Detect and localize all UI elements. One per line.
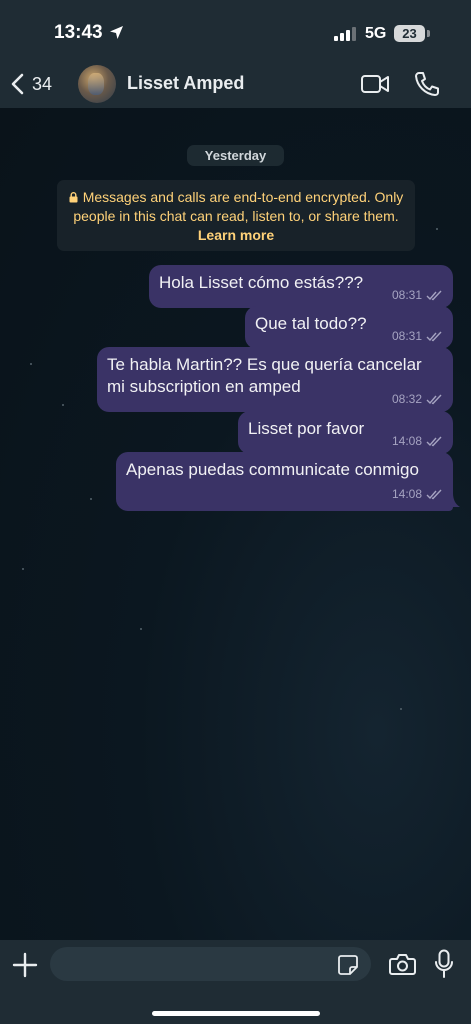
message-bubble[interactable]: Que tal todo?? 08:31 [245, 306, 453, 349]
message-time: 14:08 [391, 434, 422, 448]
message-time: 08:32 [391, 392, 422, 406]
learn-more-link[interactable]: Learn more [198, 227, 274, 243]
read-ticks-icon [426, 394, 442, 404]
bubble-tail [447, 493, 460, 507]
message-text: Hola Lisset cómo estás??? [159, 273, 364, 292]
chevron-left-icon [11, 73, 24, 95]
chat-header: 34 Lisset Amped [0, 60, 471, 108]
read-ticks-icon [426, 436, 442, 446]
message-meta: 08:31 [392, 325, 443, 347]
lock-icon [69, 192, 78, 203]
message-bubble[interactable]: Te habla Martin?? Es que quería cancelar… [97, 347, 453, 412]
message-text: Lisset por favor [248, 419, 365, 438]
message-time: 14:08 [391, 487, 422, 501]
contact-name[interactable]: Lisset Amped [127, 73, 244, 94]
read-ticks-icon [426, 331, 442, 341]
status-bar: 13:43 5G 23 [0, 0, 471, 60]
message-meta: 14:08 [392, 430, 443, 452]
message-time: 08:31 [391, 288, 422, 302]
encryption-notice-text: Messages and calls are end-to-end encryp… [73, 189, 404, 224]
message-bubble[interactable]: Hola Lisset cómo estás??? 08:31 [149, 265, 453, 308]
phone-call-icon[interactable] [413, 70, 439, 98]
message-meta: 08:31 [392, 284, 443, 306]
message-meta: 14:08 [126, 483, 443, 505]
camera-icon[interactable] [389, 952, 416, 976]
message-bubble[interactable]: Apenas puedas communicate conmigo 14:08 [116, 452, 453, 511]
message-input[interactable] [50, 947, 371, 981]
date-separator: Yesterday [187, 145, 284, 166]
status-time: 13:43 [54, 22, 103, 43]
network-type: 5G [365, 25, 387, 42]
video-call-icon[interactable] [360, 72, 390, 96]
sticker-icon[interactable] [337, 954, 359, 976]
message-text: Que tal todo?? [255, 314, 367, 333]
message-time: 08:31 [391, 329, 422, 343]
microphone-icon[interactable] [434, 949, 454, 979]
message-input-bar [0, 940, 471, 1024]
battery-tip [427, 30, 430, 37]
message-bubble[interactable]: Lisset por favor 14:08 [238, 411, 453, 454]
message-text: Te habla Martin?? Es que quería cancelar… [107, 355, 422, 396]
home-indicator[interactable] [152, 1011, 320, 1016]
battery-level: 23 [402, 26, 417, 41]
read-ticks-icon [426, 290, 442, 300]
unread-count: 34 [32, 73, 53, 94]
chat-area[interactable]: Yesterday Messages and calls are end-to-… [0, 108, 471, 940]
plus-icon[interactable] [12, 952, 38, 978]
cellular-signal-icon [334, 27, 356, 41]
location-arrow-icon [110, 26, 123, 39]
back-button[interactable]: 34 [10, 68, 66, 100]
message-meta: 08:32 [392, 388, 443, 410]
battery-icon: 23 [394, 25, 425, 42]
encryption-notice[interactable]: Messages and calls are end-to-end encryp… [57, 180, 415, 251]
message-text: Apenas puedas communicate conmigo [126, 460, 419, 479]
read-ticks-icon [426, 489, 442, 499]
contact-avatar[interactable] [78, 65, 116, 103]
